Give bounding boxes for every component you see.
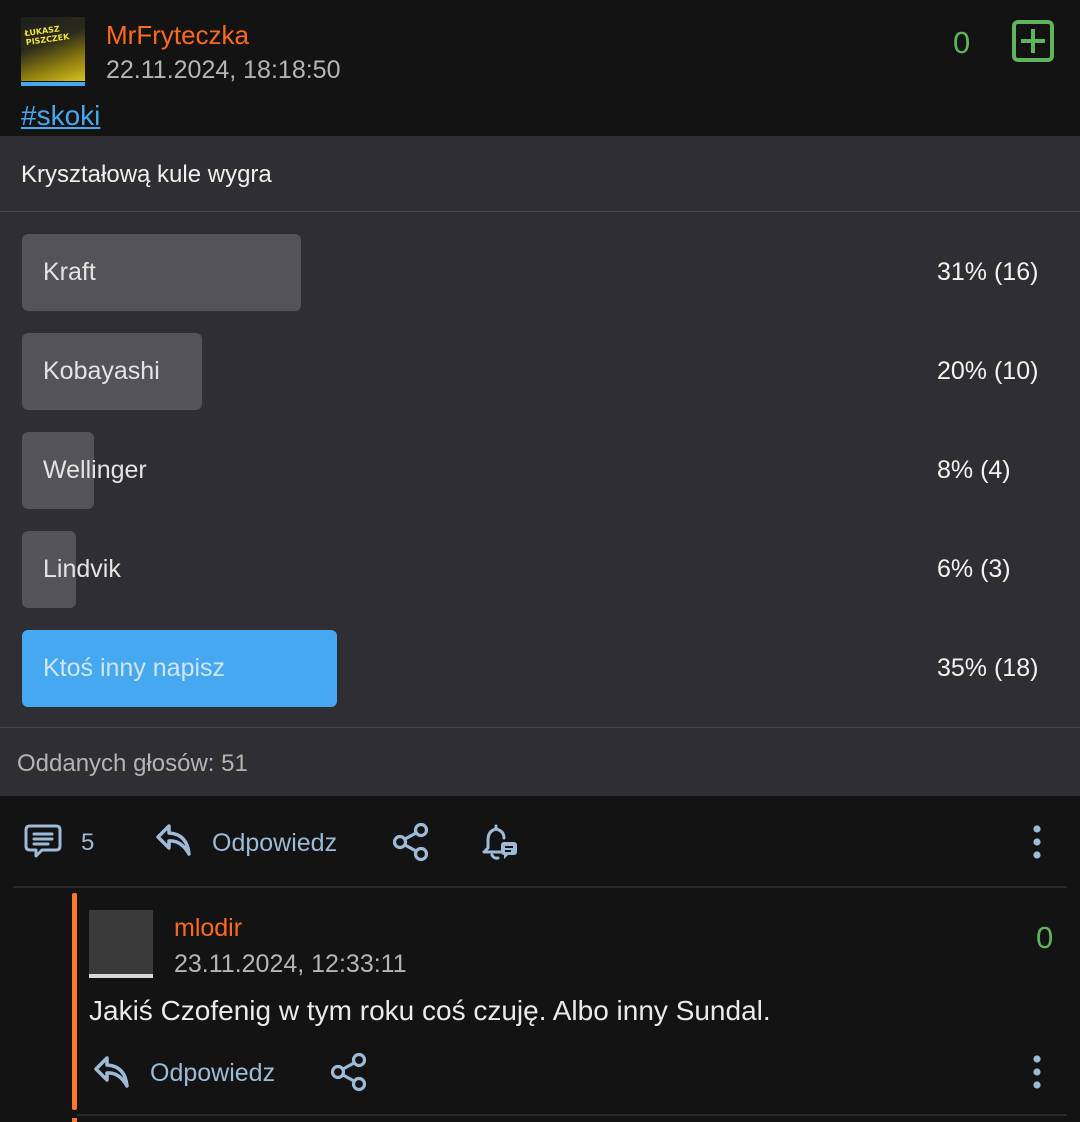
upvote-plus-button[interactable] [1012,20,1054,62]
avatar-underline [89,974,153,978]
more-options-icon[interactable] [1026,1054,1048,1090]
poll-option-label: Kraft [43,258,96,286]
poll-option-result: 35% (18) [937,654,1039,682]
separator [77,1114,1067,1116]
poll-option[interactable]: Lindvik 6% (3) [22,531,1072,608]
poll-total-votes: Oddanych głosów: 51 [17,750,248,777]
poll-option-label: Ktoś inny napisz [43,654,226,682]
comment-reply-button[interactable]: Odpowiedz [150,1059,275,1088]
thread-line [72,1118,77,1122]
post-score: 0 [953,25,971,60]
share-icon[interactable] [392,822,430,862]
plus-icon [1012,20,1054,62]
comment-avatar[interactable] [89,910,153,974]
comment-text: Jakiś Czofenig w tym roku coś czuję. Alb… [89,995,771,1026]
poll-divider [0,727,1080,728]
comments-icon[interactable] [22,822,64,860]
author-username[interactable]: MrFryteczka [106,20,249,51]
share-icon[interactable] [330,1052,368,1092]
thread-line [72,893,77,1110]
poll-option-selected[interactable]: Ktoś inny napisz 35% (18) [22,630,1072,707]
poll-option-label: Kobayashi [43,357,160,385]
separator [13,886,1067,888]
poll-divider [0,211,1080,212]
poll-option-result: 20% (10) [937,357,1039,385]
poll-title: Kryształową kule wygra [21,161,272,188]
comments-count[interactable]: 5 [81,829,94,857]
reply-icon[interactable] [93,1054,131,1090]
poll-option[interactable]: Wellinger 8% (4) [22,432,1072,509]
comment-username[interactable]: mlodir [174,914,242,943]
avatar-underline [21,82,85,86]
more-options-icon[interactable] [1026,824,1048,860]
poll-option-result: 8% (4) [937,456,1011,484]
hashtag-link[interactable]: #skoki [21,100,100,132]
poll-option[interactable]: Kobayashi 20% (10) [22,333,1072,410]
reply-button[interactable]: Odpowiedz [212,829,337,858]
poll-option-result: 31% (16) [937,258,1039,286]
poll-option-result: 6% (3) [937,555,1011,583]
comment-score: 0 [1036,920,1054,955]
poll-option-label: Lindvik [43,555,121,583]
comment-timestamp: 23.11.2024, 12:33:11 [174,950,407,978]
author-avatar[interactable]: ŁUKASZ PISZCZEK [21,17,85,81]
poll-option[interactable]: Kraft 31% (16) [22,234,1072,311]
bell-icon[interactable] [480,822,520,862]
post-timestamp: 22.11.2024, 18:18:50 [106,56,341,84]
reply-icon[interactable] [155,822,193,858]
poll-option-label: Wellinger [43,456,147,484]
